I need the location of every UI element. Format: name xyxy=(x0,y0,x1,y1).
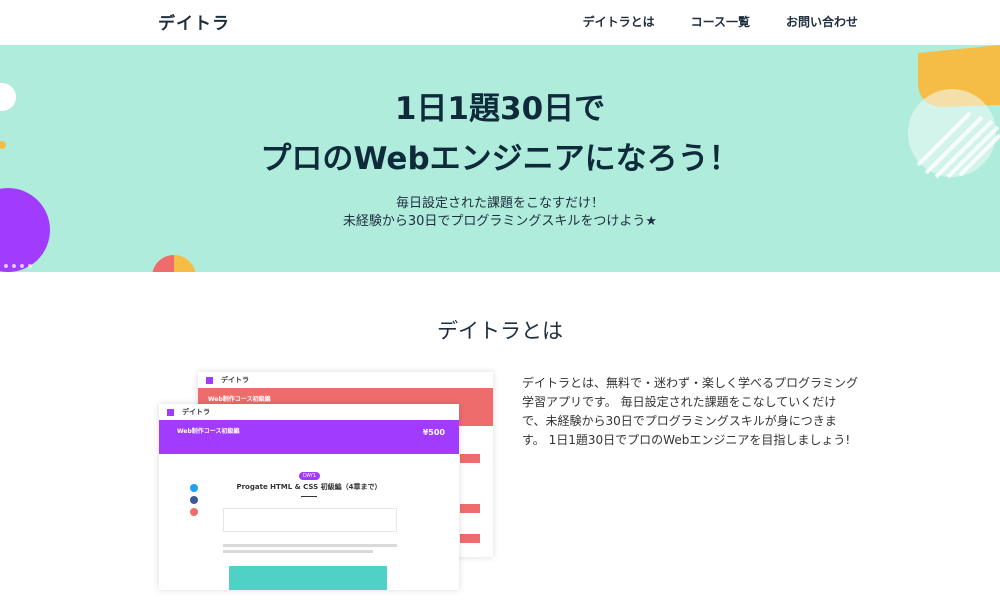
mock-text-line xyxy=(223,544,397,547)
hero-section: 1日1題30日で プロのWebエンジニアになろう！ 毎日設定された課題をこなすだ… xyxy=(0,45,1000,272)
nav-link-about[interactable]: デイトラとは xyxy=(583,13,655,30)
hero-subtitle-line2: 未経験から30日でプログラミングスキルをつけよう★ xyxy=(342,214,658,229)
main-nav: デイトラとは コース一覧 お問い合わせ xyxy=(583,13,858,30)
mock-side-button-3 xyxy=(460,534,480,543)
mock-header: デイトラ xyxy=(198,372,493,388)
hero-title-line2: プロのWebエンジニアになろう！ xyxy=(260,141,740,177)
site-header: デイトラ デイトラとは コース一覧 お問い合わせ xyxy=(0,0,1000,45)
mock-front-header: デイトラ xyxy=(159,404,459,420)
mock-content-box xyxy=(223,508,397,532)
mock-front-logo-icon xyxy=(167,408,174,416)
mock-front-logo-text: デイトラ xyxy=(182,408,210,416)
twitter-icon xyxy=(190,484,198,492)
hero-title-line1: 1日1題30日で xyxy=(394,91,606,127)
facebook-icon xyxy=(190,496,198,504)
mock-side-button-2 xyxy=(460,504,480,513)
mock-divider xyxy=(301,496,317,497)
mock-lesson-title: Progate HTML & CSS 初級編（4章まで） xyxy=(236,483,382,491)
about-heading: デイトラとは xyxy=(437,319,563,343)
mock-day-badge: DAY1 xyxy=(299,472,321,480)
mock-banner-front-title: Web制作コース初級編 xyxy=(177,428,240,435)
mock-logo-icon xyxy=(206,376,213,384)
mock-text-line xyxy=(223,550,373,553)
mock-price: ¥500 xyxy=(422,428,445,437)
mock-logo-text: デイトラ xyxy=(221,376,249,384)
nav-link-contact[interactable]: お問い合わせ xyxy=(786,13,858,30)
mock-banner-back-title: Web制作コース初級編 xyxy=(208,396,271,403)
nav-link-courses[interactable]: コース一覧 xyxy=(691,13,750,30)
mock-teal-card xyxy=(229,566,387,590)
mock-banner-front: Web制作コース初級編 ¥500 xyxy=(159,420,459,454)
link-icon xyxy=(190,508,198,516)
site-logo[interactable]: デイトラ xyxy=(158,9,230,34)
app-screenshot-front: デイトラ Web制作コース初級編 ¥500 DAY1 Progate HTML … xyxy=(159,404,459,590)
about-description: デイトラとは、無料で・迷わず・楽しく学べるプログラミング学習アプリです。 毎日設… xyxy=(522,376,859,447)
mock-side-button-1 xyxy=(460,454,480,463)
hero-subtitle-line1: 毎日設定された課題をこなすだけ！ xyxy=(395,196,604,211)
